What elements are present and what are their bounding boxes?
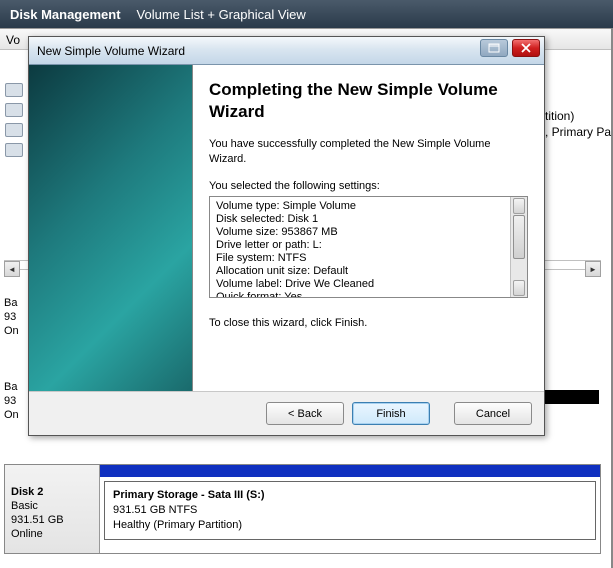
wizard-footer: < Back Finish Cancel	[29, 391, 544, 435]
drive-icon	[5, 103, 23, 117]
finish-button[interactable]: Finish	[352, 402, 430, 425]
disk-2-row[interactable]: Disk 2 Basic 931.51 GB Online Primary St…	[4, 464, 601, 554]
volume-info: Primary Storage - Sata III (S:) 931.51 G…	[104, 481, 596, 540]
scroll-right-icon[interactable]: ►	[585, 261, 601, 277]
wizard-close-instruction: To close this wizard, click Finish.	[209, 316, 528, 331]
disk-row-partial: Ba 93 On	[4, 380, 26, 422]
volume-color-band	[100, 465, 600, 477]
disk-row-partial: Ba 93 On	[4, 296, 26, 338]
volume-text-partial: tition) , Primary Pa	[545, 108, 611, 140]
settings-summary-box: Volume type: Simple Volume Disk selected…	[209, 196, 528, 298]
disk-size: 931.51 GB	[11, 514, 64, 526]
app-titlebar: Disk Management Volume List + Graphical …	[0, 0, 613, 28]
cancel-button[interactable]: Cancel	[454, 402, 532, 425]
setting-line: Volume label: Drive We Cleaned	[216, 278, 504, 291]
drive-icon	[5, 83, 23, 97]
volume-title: Primary Storage - Sata III (S:)	[113, 489, 265, 501]
wizard-content: Completing the New Simple Volume Wizard …	[193, 65, 544, 391]
disk-2-volume[interactable]: Primary Storage - Sata III (S:) 931.51 G…	[100, 465, 600, 553]
wizard-sidebar-graphic	[29, 65, 193, 391]
column-header-partial: Vo	[6, 33, 20, 47]
settings-list: Volume type: Simple Volume Disk selected…	[210, 197, 510, 297]
scrollbar-thumb[interactable]	[513, 215, 525, 259]
setting-line: Volume size: 953867 MB	[216, 226, 504, 239]
view-mode: Volume List + Graphical View	[137, 7, 306, 22]
disk-name: Disk 2	[11, 486, 43, 498]
drive-icon	[5, 143, 23, 157]
volume-icons	[5, 83, 23, 157]
setting-line: Allocation unit size: Default	[216, 265, 504, 278]
close-button[interactable]	[512, 39, 540, 57]
help-icon	[488, 43, 500, 53]
setting-line: Quick format: Yes	[216, 291, 504, 297]
disk-status: Online	[11, 528, 43, 540]
setting-line: Drive letter or path: L:	[216, 239, 504, 252]
setting-line: Disk selected: Disk 1	[216, 213, 504, 226]
app-title: Disk Management	[10, 7, 121, 22]
wizard-settings-intro: You selected the following settings:	[209, 179, 528, 194]
disk-2-label: Disk 2 Basic 931.51 GB Online	[5, 465, 100, 553]
volume-size-fs: 931.51 GB NTFS	[113, 504, 197, 516]
volume-health: Healthy (Primary Partition)	[113, 519, 242, 531]
wizard-title: New Simple Volume Wizard	[37, 44, 185, 58]
summary-scrollbar[interactable]	[510, 197, 527, 297]
drive-icon	[5, 123, 23, 137]
close-icon	[521, 43, 531, 53]
wizard-dialog: New Simple Volume Wizard Completing the …	[28, 36, 545, 436]
wizard-heading: Completing the New Simple Volume Wizard	[209, 79, 528, 123]
back-button[interactable]: < Back	[266, 402, 344, 425]
wizard-success-message: You have successfully completed the New …	[209, 137, 528, 167]
disk-type: Basic	[11, 500, 38, 512]
setting-line: Volume type: Simple Volume	[216, 200, 504, 213]
help-button[interactable]	[480, 39, 508, 57]
wizard-titlebar[interactable]: New Simple Volume Wizard	[29, 37, 544, 65]
scroll-left-icon[interactable]: ◄	[4, 261, 20, 277]
setting-line: File system: NTFS	[216, 252, 504, 265]
